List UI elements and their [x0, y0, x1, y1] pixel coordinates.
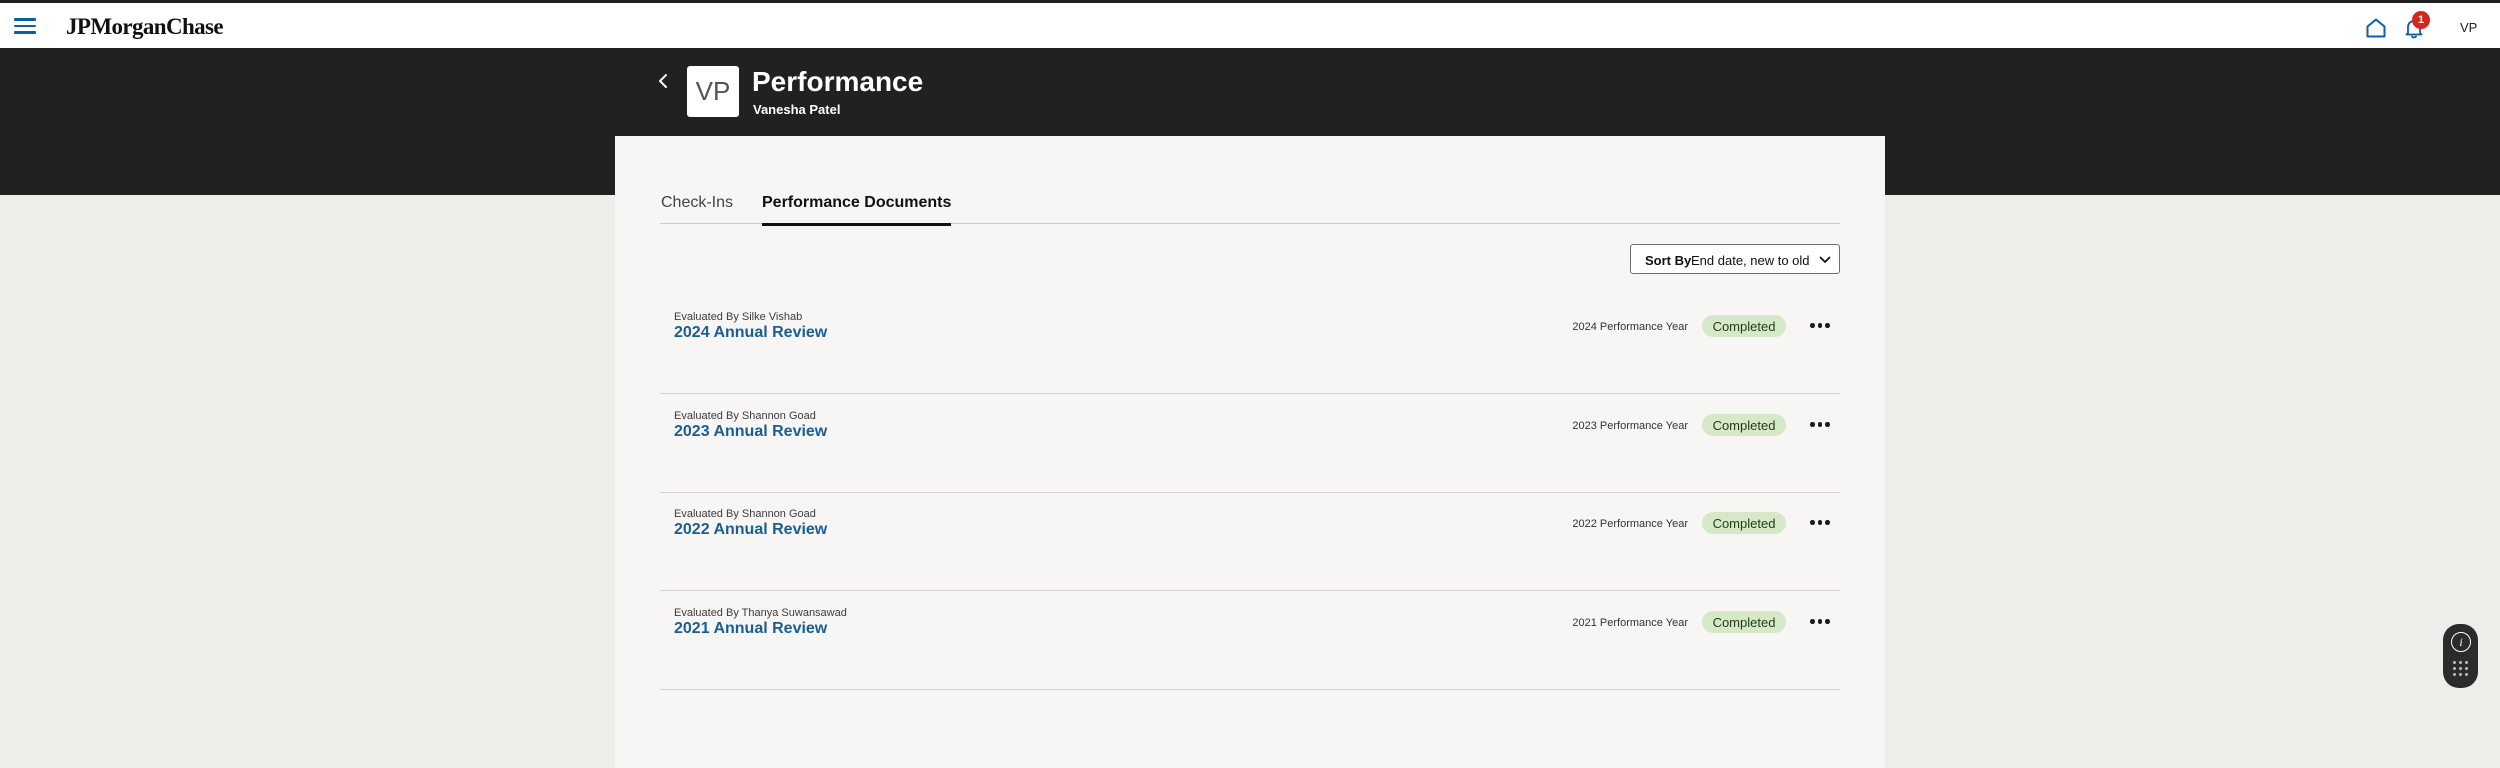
chevron-left-icon[interactable]	[655, 71, 673, 91]
review-link[interactable]: 2022 Annual Review	[674, 521, 827, 539]
evaluator-label: Evaluated By Shannon Goad	[674, 410, 816, 422]
evaluator-label: Evaluated By Thanya Suwansawad	[674, 607, 847, 619]
sort-label: Sort By	[1645, 253, 1692, 268]
list-item: Evaluated By Shannon Goad 2022 Annual Re…	[660, 493, 1840, 591]
avatar: VP	[687, 66, 739, 117]
list-item: Evaluated By Thanya Suwansawad 2021 Annu…	[660, 592, 1840, 690]
keypad-icon	[2453, 661, 2469, 679]
tab-performance-documents[interactable]: Performance Documents	[762, 194, 952, 226]
menu-icon[interactable]	[14, 18, 36, 34]
notification-badge: 1	[2412, 11, 2430, 29]
top-app-bar: JPMorganChase 1 VP	[0, 0, 2500, 48]
chevron-down-icon	[1819, 256, 1831, 263]
page-title: Performance	[752, 66, 924, 97]
review-link[interactable]: 2024 Annual Review	[674, 324, 827, 342]
user-menu[interactable]: VP	[2460, 20, 2477, 35]
evaluator-label: Evaluated By Shannon Goad	[674, 508, 816, 520]
brand-logo[interactable]: JPMorganChase	[66, 14, 224, 40]
status-badge: Completed	[1702, 315, 1786, 337]
performance-year: 2021 Performance Year	[1572, 617, 1688, 629]
more-horizontal-icon[interactable]	[1808, 417, 1832, 431]
review-link[interactable]: 2023 Annual Review	[674, 423, 827, 441]
performance-year: 2022 Performance Year	[1572, 518, 1688, 530]
status-badge: Completed	[1702, 611, 1786, 633]
list-item: Evaluated By Shannon Goad 2023 Annual Re…	[660, 395, 1840, 493]
info-icon: i	[2451, 632, 2471, 652]
list-item: Evaluated By Silke Vishab 2024 Annual Re…	[660, 296, 1840, 394]
sort-dropdown[interactable]: Sort By End date, new to old	[1630, 244, 1840, 274]
employee-name: Vanesha Patel	[753, 102, 841, 117]
evaluator-label: Evaluated By Silke Vishab	[674, 311, 803, 323]
sort-value: End date, new to old	[1691, 253, 1810, 268]
home-icon[interactable]	[2364, 16, 2388, 40]
tab-check-ins[interactable]: Check-Ins	[661, 194, 733, 223]
performance-year: 2024 Performance Year	[1572, 321, 1688, 333]
performance-year: 2023 Performance Year	[1572, 420, 1688, 432]
more-horizontal-icon[interactable]	[1808, 318, 1832, 332]
more-horizontal-icon[interactable]	[1808, 614, 1832, 628]
more-horizontal-icon[interactable]	[1808, 515, 1832, 529]
status-badge: Completed	[1702, 414, 1786, 436]
status-badge: Completed	[1702, 512, 1786, 534]
assistant-widget[interactable]: i	[2443, 624, 2478, 688]
tab-bar: Check-Ins Performance Documents	[660, 186, 1840, 226]
review-link[interactable]: 2021 Annual Review	[674, 620, 827, 638]
